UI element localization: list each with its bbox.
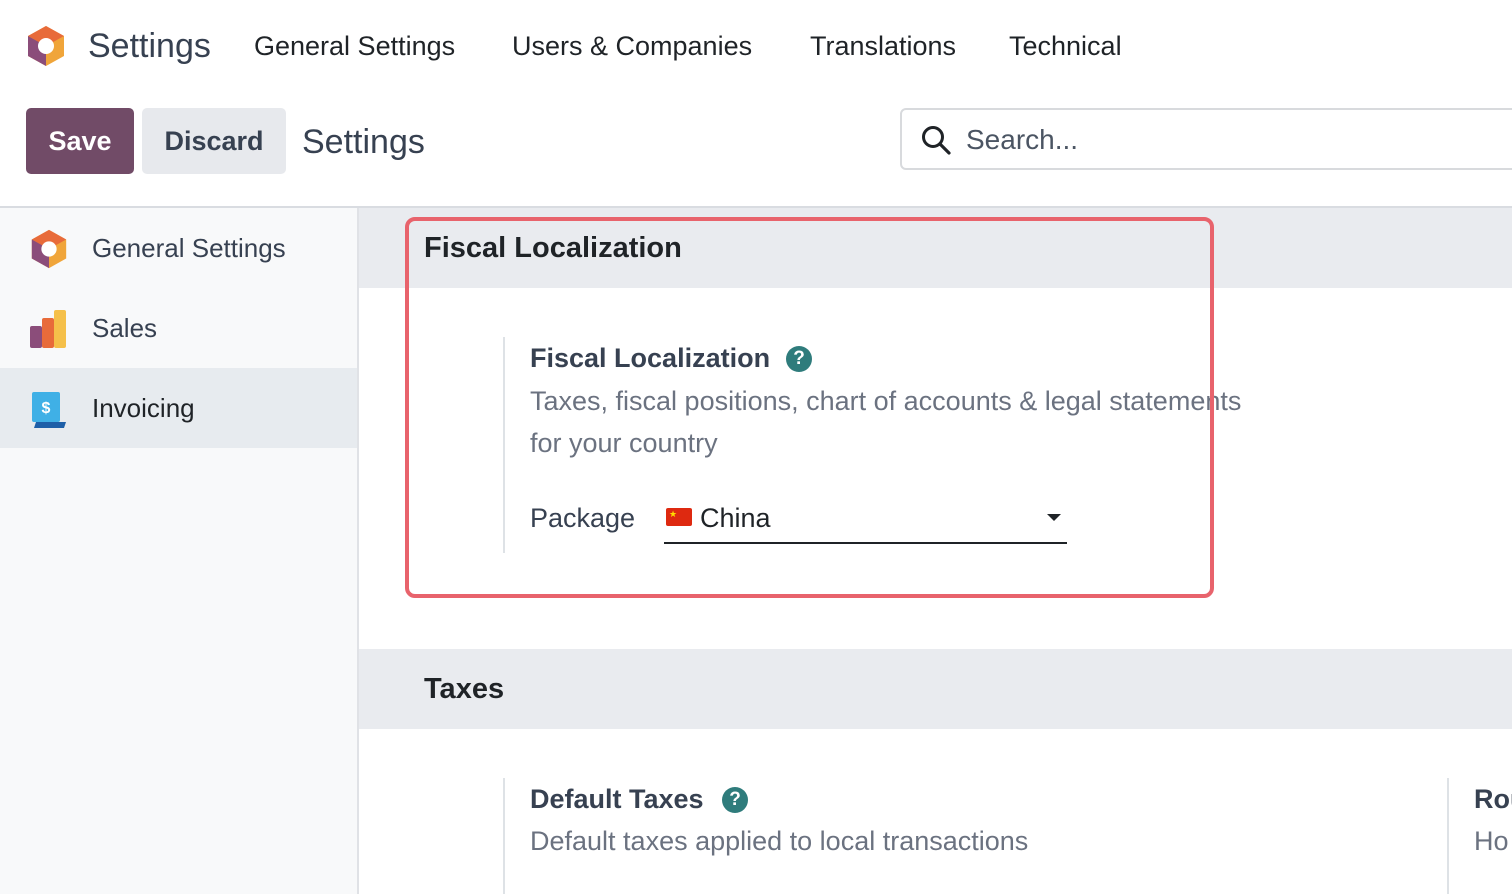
control-panel: Save Discard Settings	[0, 92, 1512, 208]
setting-title-fiscal-localization: Fiscal Localization	[530, 343, 771, 373]
setting-description: Default taxes applied to local transacti…	[530, 826, 1029, 856]
top-navbar: Settings General Settings Users & Compan…	[0, 0, 1512, 92]
save-button[interactable]: Save	[26, 108, 134, 174]
search-box[interactable]	[900, 108, 1512, 170]
sidebar-item-general-settings[interactable]: General Settings	[0, 208, 357, 288]
setting-divider	[1447, 778, 1449, 894]
section-title: Fiscal Localization	[424, 232, 682, 264]
sidebar-item-label: Sales	[92, 313, 158, 343]
nav-technical[interactable]: Technical	[1009, 28, 1122, 64]
package-select-value: China	[700, 503, 771, 533]
section-header-fiscal: Fiscal Localization	[359, 208, 1512, 288]
odoo-logo-icon	[31, 229, 67, 269]
caret-down-icon	[1047, 514, 1061, 521]
page-title: Settings	[302, 123, 425, 161]
setting-description: Ho	[1474, 826, 1509, 856]
setting-title-default-taxes: Default Taxes	[530, 784, 704, 814]
nav-general-settings[interactable]: General Settings	[254, 28, 455, 64]
setting-description: Taxes, fiscal positions, chart of accoun…	[530, 380, 1241, 464]
section-header-taxes: Taxes	[359, 649, 1512, 729]
setting-divider	[503, 778, 505, 894]
help-icon[interactable]: ?	[722, 787, 748, 813]
discard-button[interactable]: Discard	[142, 108, 286, 174]
setting-description-line: Taxes, fiscal positions, chart of accoun…	[530, 386, 1242, 416]
setting-description-line: for your country	[530, 428, 718, 458]
help-icon[interactable]: ?	[786, 346, 812, 372]
odoo-logo-icon[interactable]	[24, 24, 68, 68]
invoice-dollar-icon: $	[32, 392, 66, 428]
package-label: Package	[530, 503, 636, 533]
search-input[interactable]	[966, 120, 1506, 160]
package-select[interactable]: ★ China	[664, 498, 1067, 544]
svg-text:$: $	[42, 400, 51, 417]
china-flag-icon: ★	[666, 508, 692, 526]
settings-sidebar: General Settings Sales $ Invoicing	[0, 208, 359, 894]
app-name[interactable]: Settings	[88, 24, 211, 68]
setting-divider	[503, 337, 505, 553]
sidebar-item-sales[interactable]: Sales	[0, 288, 357, 368]
sales-chart-icon	[30, 310, 66, 348]
nav-translations[interactable]: Translations	[810, 28, 956, 64]
setting-title-rounding: Rou	[1474, 784, 1512, 814]
sidebar-item-invoicing[interactable]: $ Invoicing	[0, 368, 357, 448]
search-icon	[922, 126, 951, 155]
section-title: Taxes	[424, 673, 505, 705]
sidebar-item-label: Invoicing	[92, 393, 195, 423]
sidebar-item-label: General Settings	[92, 233, 286, 263]
nav-users-companies[interactable]: Users & Companies	[512, 28, 752, 64]
